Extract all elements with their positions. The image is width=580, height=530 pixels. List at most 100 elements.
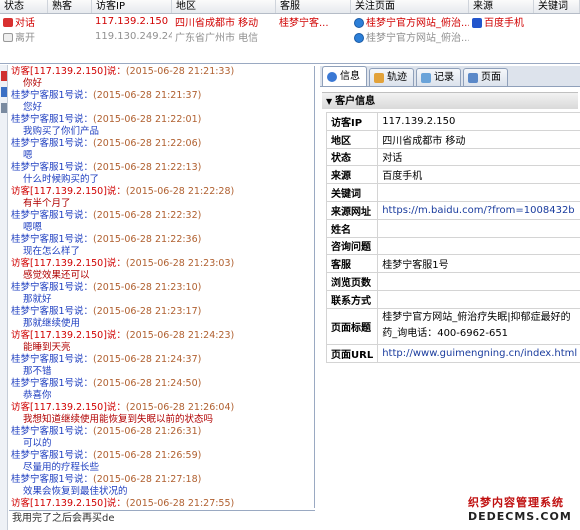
- message-body: 嗯嗯: [23, 222, 43, 233]
- message-header: 访客[117.139.2.150]说：(2015-06-28 21:22:28): [9, 186, 314, 198]
- info-key: 关键词: [325, 183, 379, 202]
- message-time: (2015-06-28 21:22:28): [125, 186, 235, 197]
- info-value: 四川省成都市 移动: [377, 129, 580, 149]
- track-icon: [374, 72, 384, 83]
- message-sender: 桂梦宁客服1号说：: [11, 210, 94, 221]
- info-key: 联系方式: [325, 289, 379, 309]
- tab-records[interactable]: 记录: [416, 68, 461, 86]
- message-header: 访客[117.139.2.150]说：(2015-06-28 21:23:03): [9, 258, 314, 270]
- message-body: 您好: [23, 102, 43, 113]
- message-body: 我想知道继续使用能恢复到失眠以前的状态吗: [23, 414, 214, 425]
- column-source[interactable]: 来源: [469, 0, 534, 13]
- info-value[interactable]: http://www.guimengning.cn/index.html: [377, 343, 580, 363]
- message-body: 我购买了你们产品: [23, 126, 100, 137]
- records-icon: [421, 72, 431, 83]
- info-key: 来源: [325, 165, 379, 185]
- toolbar-blue-icon[interactable]: [1, 87, 7, 97]
- page-icon: [468, 72, 478, 83]
- info-row: 客服 桂梦宁客服1号: [325, 254, 580, 274]
- tab-info[interactable]: 信息: [322, 66, 367, 86]
- toolbar-gray-icon[interactable]: [1, 103, 7, 113]
- info-key: 地区: [325, 129, 379, 149]
- visitor-ip: 117.139.2.150: [95, 16, 169, 27]
- column-regular[interactable]: 熟客: [48, 0, 92, 13]
- message-time: (2015-06-28 21:27:18): [93, 474, 202, 485]
- message-header: 桂梦宁客服1号说：(2015-06-28 21:22:01): [9, 114, 314, 126]
- message-header: 桂梦宁客服1号说：(2015-06-28 21:24:50): [9, 378, 314, 390]
- message-body: 那就好: [23, 294, 52, 305]
- message-sender: 桂梦宁客服1号说：: [11, 426, 94, 437]
- message-header: 访客[117.139.2.150]说：(2015-06-28 21:26:04): [9, 402, 314, 414]
- message-body: 能睡到天亮: [23, 342, 71, 353]
- message-header: 桂梦宁客服1号说：(2015-06-28 21:22:06): [9, 138, 314, 150]
- info-key: 状态: [325, 147, 379, 167]
- info-value[interactable]: https://m.baidu.com/?from=1008432b: [377, 200, 580, 220]
- message-sender: 访客[117.139.2.150]说：: [11, 498, 126, 508]
- message-header: 桂梦宁客服1号说：(2015-06-28 21:24:37): [9, 354, 314, 366]
- visitor-agent: 桂梦宁客...: [279, 18, 329, 29]
- message-header: 桂梦宁客服1号说：(2015-06-28 21:27:18): [9, 474, 314, 486]
- visitor-row[interactable]: 对话 117.139.2.150 四川省成都市 移动 桂梦宁客... 桂梦宁官方…: [0, 14, 580, 29]
- info-row: 页面URL http://www.guimengning.cn/index.htm…: [325, 343, 580, 363]
- message-time: (2015-06-28 21:26:04): [125, 402, 235, 413]
- column-region[interactable]: 地区: [172, 0, 276, 13]
- chat-log[interactable]: 访客[117.139.2.150]说：(2015-06-28 21:21:33)…: [9, 66, 315, 508]
- info-row: 页面标题 桂梦宁官方网站_俯治疗失眠|抑郁症最好的药_询电话：400-6962-6…: [325, 307, 580, 345]
- message-body: 现在怎么样了: [23, 246, 81, 257]
- message-header: 桂梦宁客服1号说：(2015-06-28 21:22:36): [9, 234, 314, 246]
- info-key: 咨询问题: [325, 236, 379, 256]
- message-input[interactable]: 我用完了之后会再买de: [9, 510, 315, 530]
- tab-track[interactable]: 轨迹: [369, 68, 414, 86]
- message-header: 访客[117.139.2.150]说：(2015-06-28 21:27:55): [9, 498, 314, 508]
- info-value: 117.139.2.150: [377, 112, 580, 131]
- message-time: (2015-06-28 21:21:33): [125, 66, 235, 77]
- message-time: (2015-06-28 21:23:10): [93, 282, 202, 293]
- message-body: 那就继续使用: [23, 318, 81, 329]
- message-header: 访客[117.139.2.150]说：(2015-06-28 21:24:23): [9, 330, 314, 342]
- message-time: (2015-06-28 21:23:17): [93, 306, 202, 317]
- message-sender: 桂梦宁客服1号说：: [11, 282, 94, 293]
- message-time: (2015-06-28 21:26:31): [93, 426, 202, 437]
- message-sender: 访客[117.139.2.150]说：: [11, 66, 126, 77]
- info-value: 百度手机: [377, 165, 580, 185]
- info-value: [377, 289, 580, 309]
- message-header: 桂梦宁客服1号说：(2015-06-28 21:22:13): [9, 162, 314, 174]
- message-header: 桂梦宁客服1号说：(2015-06-28 21:26:59): [9, 450, 314, 462]
- message-time: (2015-06-28 21:24:23): [125, 330, 235, 341]
- message-sender: 桂梦宁客服1号说：: [11, 474, 94, 485]
- message-time: (2015-06-28 21:24:37): [93, 354, 202, 365]
- message-sender: 桂梦宁客服1号说：: [11, 354, 94, 365]
- column-ip[interactable]: 访客IP: [92, 0, 172, 13]
- away-icon: [3, 33, 13, 42]
- collapse-arrow-icon: ▼: [326, 97, 333, 106]
- message-time: (2015-06-28 21:24:50): [93, 378, 202, 389]
- info-key: 浏览页数: [325, 272, 379, 291]
- info-value: [377, 236, 580, 256]
- tab-page[interactable]: 页面: [463, 68, 508, 86]
- visitor-region: 四川省成都市 移动: [175, 18, 259, 29]
- message-time: (2015-06-28 21:22:32): [93, 210, 202, 221]
- visitor-region: 广东省广州市 电信: [175, 33, 259, 44]
- watermark: 织梦内容管理系统 DEDECMS.COM: [468, 494, 580, 530]
- section-header[interactable]: ▼ 客户信息: [322, 92, 578, 109]
- message-time: (2015-06-28 21:22:01): [93, 114, 202, 125]
- baidu-icon: [472, 18, 482, 28]
- column-page[interactable]: 关注页面: [351, 0, 469, 13]
- message-header: 访客[117.139.2.150]说：(2015-06-28 21:21:33): [9, 66, 314, 78]
- visitor-page: 桂梦宁官方网站_俯治...: [366, 33, 469, 44]
- message-sender: 桂梦宁客服1号说：: [11, 378, 94, 389]
- message-sender: 访客[117.139.2.150]说：: [11, 186, 126, 197]
- column-keyword[interactable]: 关键词: [534, 0, 580, 13]
- message-time: (2015-06-28 21:22:13): [93, 162, 202, 173]
- message-body: 有半个月了: [23, 198, 71, 209]
- info-value: 桂梦宁官方网站_俯治疗失眠|抑郁症最好的药_询电话：400-6962-651: [377, 307, 580, 345]
- toolbar-red-icon[interactable]: [1, 71, 7, 81]
- visitor-row[interactable]: 离开 119.130.249.249 广东省广州市 电信 桂梦宁官方网站_俯治.…: [0, 29, 580, 44]
- column-status[interactable]: 状态: [0, 0, 48, 13]
- info-row: 咨询问题: [325, 236, 580, 256]
- message-body: 可以的: [23, 438, 52, 449]
- info-row: 访客IP 117.139.2.150: [325, 112, 580, 131]
- column-agent[interactable]: 客服: [276, 0, 351, 13]
- message-body: 感觉效果还可以: [23, 270, 90, 281]
- visitor-status: 离开: [15, 33, 35, 44]
